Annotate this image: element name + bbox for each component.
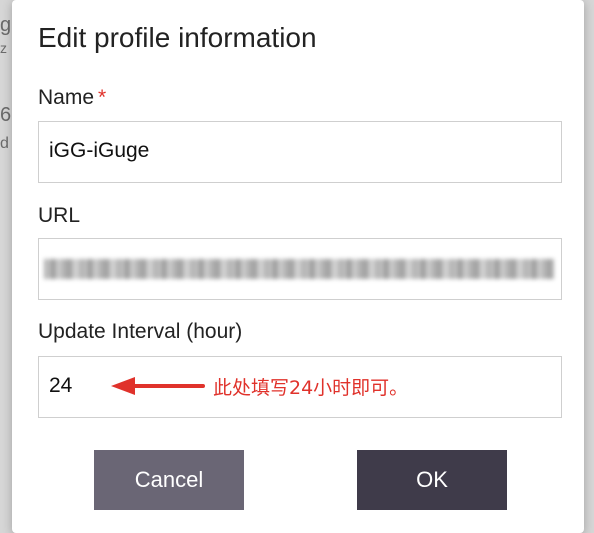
- required-mark: *: [98, 86, 107, 109]
- update-interval-value: 24: [49, 374, 73, 397]
- background-text-fragment: z: [0, 40, 7, 56]
- annotation-text: 此处填写24小时即可。: [213, 376, 409, 399]
- cancel-button[interactable]: Cancel: [94, 450, 244, 510]
- name-input-value: iGG-iGuge: [49, 139, 150, 162]
- url-redacted-value: [44, 259, 554, 279]
- url-input[interactable]: [38, 238, 562, 300]
- annotation: 此处填写24小时即可。: [109, 371, 408, 401]
- ok-button[interactable]: OK: [357, 450, 507, 510]
- name-label-text: Name: [38, 86, 95, 109]
- dialog-title: Edit profile information: [38, 22, 317, 53]
- url-label: URL: [38, 204, 81, 227]
- left-arrow-icon: [111, 377, 205, 395]
- edit-profile-dialog: Edit profile information Name * iGG-iGuge…: [12, 0, 584, 533]
- update-interval-label: Update Interval (hour): [38, 320, 243, 343]
- name-label: Name *: [38, 86, 106, 110]
- background-text-fragment: 6: [0, 104, 12, 126]
- background-text-fragment: g: [0, 14, 12, 36]
- update-interval-input[interactable]: 24 此处填写24小时即可。: [38, 356, 562, 418]
- background-text-fragment: d: [0, 135, 9, 152]
- name-input[interactable]: iGG-iGuge: [38, 121, 562, 183]
